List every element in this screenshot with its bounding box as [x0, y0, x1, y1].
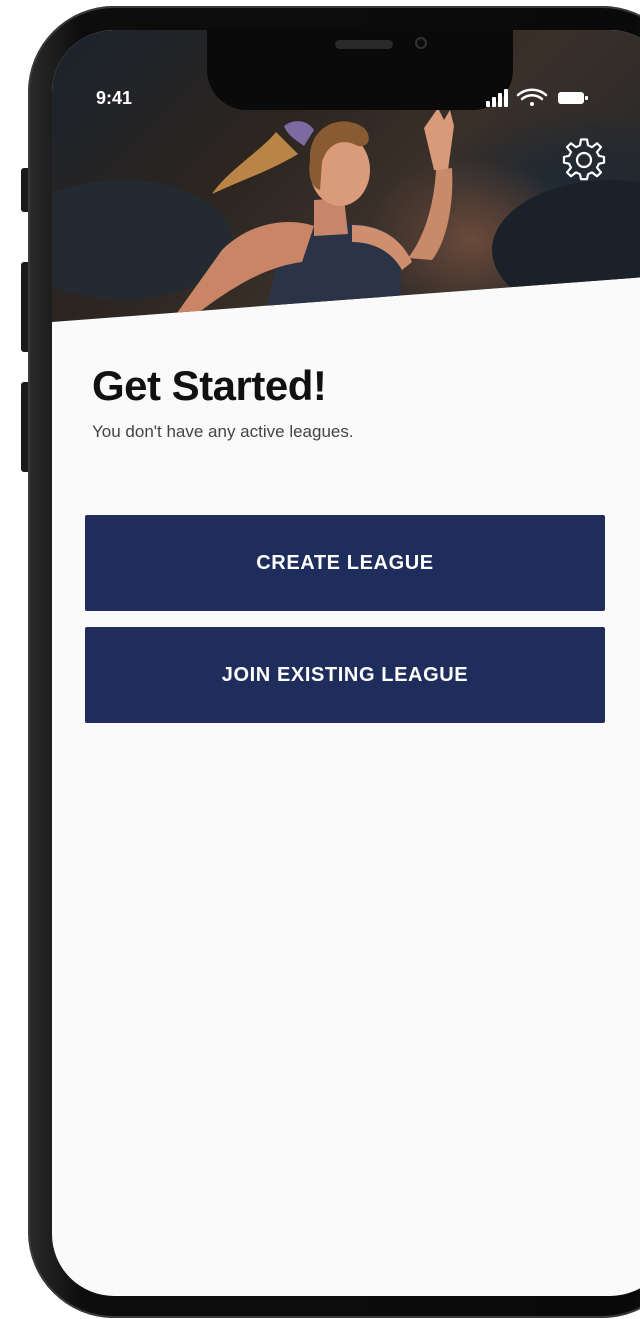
app-screen: 9:41 Get Started! You don't have any act… — [52, 30, 640, 1296]
front-camera — [415, 37, 427, 49]
gear-icon[interactable] — [562, 138, 606, 182]
create-league-button[interactable]: CREATE LEAGUE — [85, 515, 605, 611]
device-notch — [207, 30, 513, 110]
earpiece-speaker — [335, 40, 393, 49]
phone-mockup: 9:41 Get Started! You don't have any act… — [0, 0, 640, 1319]
cellular-signal-icon — [486, 89, 508, 107]
page-title: Get Started! — [92, 362, 327, 409]
status-time: 9:41 — [96, 88, 133, 108]
page-subtitle: You don't have any active leagues. — [92, 422, 354, 441]
battery-icon — [558, 92, 588, 104]
join-existing-league-button[interactable]: JOIN EXISTING LEAGUE — [85, 627, 605, 723]
status-icons — [486, 88, 588, 107]
wifi-icon — [516, 88, 548, 106]
